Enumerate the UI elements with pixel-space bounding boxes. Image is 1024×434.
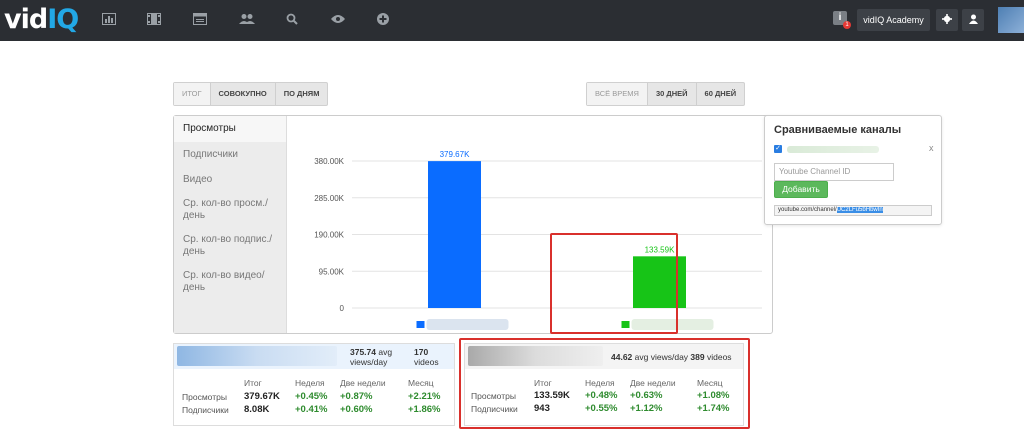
window-icon[interactable]: [189, 9, 211, 29]
y-tick-label: 285.00K: [314, 194, 344, 203]
y-tick-label: 190.00K: [314, 231, 344, 240]
plus-circle-icon[interactable]: [372, 9, 394, 29]
channel-id-input[interactable]: Youtube Channel ID: [774, 163, 894, 181]
tab-60-days[interactable]: 60 ДНЕЙ: [697, 83, 745, 105]
tab-30-days[interactable]: 30 ДНЕЙ: [648, 83, 697, 105]
channel-checkbox[interactable]: ✓: [774, 145, 782, 153]
notification-badge: 1: [843, 21, 851, 29]
data-label: 379.67K: [440, 150, 470, 159]
metric-list: Просмотры Подписчики Видео Ср. кол-во пр…: [174, 116, 287, 333]
row-label-views: Просмотры: [182, 392, 227, 402]
channel-url-field[interactable]: youtube.com/channel/UC2LFu5bHbwIn: [774, 205, 932, 216]
header-month: Месяц: [408, 378, 434, 388]
url-prefix: youtube.com/channel/: [778, 207, 837, 213]
legend-entry-blurred: [426, 319, 509, 330]
remove-channel-button[interactable]: x: [929, 143, 934, 153]
header-week: Неделя: [295, 378, 325, 388]
tab-by-day[interactable]: ПО ДНЯМ: [276, 83, 328, 105]
eye-icon[interactable]: [327, 9, 349, 29]
tab-cumulative[interactable]: СОВОКУПНО: [211, 83, 276, 105]
compared-channels-title: Сравниваемые каналы: [774, 124, 902, 136]
comparison-chart-panel: Просмотры Подписчики Видео Ср. кол-во пр…: [173, 115, 773, 334]
logo-text-a: vid: [4, 4, 48, 35]
y-tick-label: 0: [340, 304, 345, 313]
views-week: +0.45%: [295, 391, 328, 402]
avatar[interactable]: [998, 7, 1024, 33]
settings-button[interactable]: [936, 9, 958, 31]
logo-text-b: IQ: [47, 4, 79, 35]
subscribers-total: 8.08K: [244, 404, 270, 415]
dashboard-icon[interactable]: [98, 9, 120, 29]
metric-avg-subs-per-day[interactable]: Ср. кол-во подпис./ день: [174, 228, 286, 264]
compared-channels-panel: Сравниваемые каналы ✓ x Youtube Channel …: [764, 115, 942, 225]
highlight-box-card: [459, 338, 750, 429]
y-tick-label: 380.00K: [314, 157, 344, 166]
subscribers-week: +0.41%: [295, 404, 328, 415]
compared-channel-name: [787, 146, 879, 153]
academy-button[interactable]: vidIQ Academy: [857, 9, 930, 31]
add-channel-button[interactable]: Добавить: [774, 181, 828, 198]
channel-stats-card-1: 375.74 avg views/day 170 videos Итог Неде…: [173, 343, 455, 426]
stats-table: Итог Неделя Две недели Месяц Просмотры 3…: [174, 344, 456, 427]
url-channel-id: UC2LFu5bHbwIn: [836, 207, 883, 213]
header-two-weeks: Две недели: [340, 378, 386, 388]
metric-views[interactable]: Просмотры: [174, 116, 286, 142]
bar-chart: 095.00K190.00K285.00K380.00K379.67K133.5…: [314, 150, 762, 330]
gear-icon: [942, 13, 952, 27]
header-total: Итог: [244, 378, 262, 388]
highlight-box-chart: [550, 233, 678, 334]
top-navbar: vidIQ i 1 vidIQ Academy: [0, 0, 1024, 41]
tab-total[interactable]: ИТОГ: [174, 83, 211, 105]
tab-all-time[interactable]: ВСЁ ВРЕМЯ: [587, 83, 648, 105]
metric-subscribers[interactable]: Подписчики: [174, 142, 286, 168]
metric-avg-views-per-day[interactable]: Ср. кол-во просм./ день: [174, 192, 286, 228]
bar: [428, 161, 481, 308]
views-total: 379.67K: [244, 391, 280, 402]
y-tick-label: 95.00K: [319, 267, 345, 276]
legend-swatch: [416, 321, 425, 328]
subscribers-two-weeks: +0.60%: [340, 404, 373, 415]
views-month: +2.21%: [408, 391, 441, 402]
users-icon[interactable]: [236, 9, 258, 29]
film-icon[interactable]: [143, 9, 165, 29]
view-mode-tabs: ИТОГ СОВОКУПНО ПО ДНЯМ: [173, 82, 329, 106]
range-tabs: ВСЁ ВРЕМЯ 30 ДНЕЙ 60 ДНЕЙ: [586, 82, 746, 106]
metric-videos[interactable]: Видео: [174, 168, 286, 192]
account-button[interactable]: [962, 9, 984, 31]
views-two-weeks: +0.87%: [340, 391, 373, 402]
vidiq-logo[interactable]: vidIQ: [4, 4, 79, 35]
user-icon: [968, 14, 978, 27]
subscribers-month: +1.86%: [408, 404, 441, 415]
row-label-subscribers: Подписчики: [182, 405, 229, 415]
metric-avg-videos-per-day[interactable]: Ср. кол-во видео/ день: [174, 264, 286, 300]
search-icon[interactable]: [281, 9, 303, 29]
